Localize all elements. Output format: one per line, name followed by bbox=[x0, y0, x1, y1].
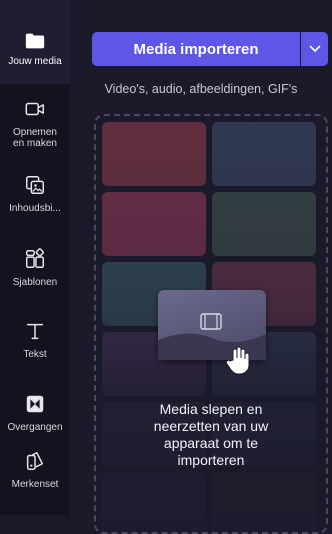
sidebar-item-label: Overgangen bbox=[7, 422, 63, 433]
sidebar-item-label: Tekst bbox=[23, 349, 47, 360]
sidebar-item-label: Inhoudsbi... bbox=[9, 203, 61, 214]
sidebar-item-brand-kit[interactable]: Merkenset bbox=[0, 448, 70, 490]
transitions-icon bbox=[22, 391, 48, 417]
brand-kit-icon bbox=[22, 448, 48, 474]
import-media-button[interactable]: Media importeren bbox=[92, 32, 300, 66]
sidebar-item-content-library[interactable]: Inhoudsbi... bbox=[0, 172, 70, 214]
sidebar-item-transitions[interactable]: Overgangen bbox=[0, 391, 70, 433]
templates-icon bbox=[22, 246, 48, 272]
supported-formats-text: Video's, audio, afbeeldingen, GIF's bbox=[104, 82, 298, 96]
chevron-down-icon bbox=[309, 45, 321, 53]
sidebar: Jouw media Opnemen en maken Inhoudsbi...… bbox=[0, 0, 70, 515]
media-panel: Media importeren Video's, audio, afbeeld… bbox=[70, 0, 332, 534]
sidebar-item-label: Sjablonen bbox=[12, 277, 58, 288]
import-options-dropdown[interactable] bbox=[301, 32, 328, 66]
media-drop-zone[interactable]: Media slepen en neerzetten van uw appara… bbox=[94, 114, 328, 534]
sidebar-item-your-media[interactable]: Jouw media bbox=[0, 0, 70, 84]
sidebar-item-templates[interactable]: Sjablonen bbox=[0, 246, 70, 288]
sidebar-item-label: Opnemen en maken bbox=[13, 127, 57, 149]
drag-hand-icon bbox=[225, 346, 252, 376]
folder-icon bbox=[22, 28, 48, 54]
content-library-icon bbox=[22, 172, 48, 198]
text-icon bbox=[22, 318, 48, 344]
sidebar-item-label: Jouw media bbox=[8, 56, 62, 67]
sidebar-item-text[interactable]: Tekst bbox=[0, 318, 70, 360]
sidebar-item-record-create[interactable]: Opnemen en maken bbox=[0, 96, 70, 149]
sidebar-item-label: Merkenset bbox=[11, 479, 59, 490]
video-camera-icon bbox=[22, 96, 48, 122]
drop-instructions: Media slepen en neerzetten van uw appara… bbox=[153, 401, 269, 468]
